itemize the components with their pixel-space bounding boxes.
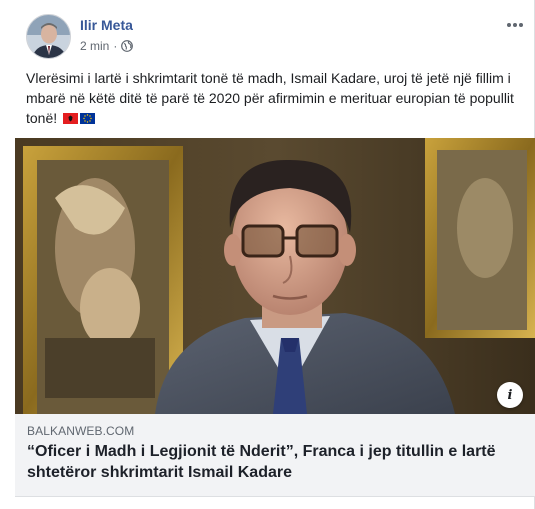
- facebook-post-card: Ilir Meta 2 min · Vlerësimi i lartë i sh…: [0, 0, 535, 509]
- post-timestamp[interactable]: 2 min: [80, 39, 109, 53]
- link-headline[interactable]: “Oficer i Madh i Legjionit të Nderit”, F…: [27, 441, 527, 483]
- post-header: Ilir Meta 2 min ·: [26, 12, 526, 59]
- post-text: Vlerësimi i lartë i shkrimtarit tonë të …: [26, 68, 526, 128]
- eu-flag-icon: [80, 109, 96, 124]
- post-message: Vlerësimi i lartë i shkrimtarit tonë të …: [26, 70, 514, 126]
- globe-icon[interactable]: [121, 40, 134, 52]
- meta-separator: ·: [113, 39, 118, 53]
- link-domain: BALKANWEB.COM: [27, 424, 135, 438]
- author-name-link[interactable]: Ilir Meta: [80, 17, 133, 33]
- author-avatar[interactable]: [26, 14, 71, 59]
- more-options-icon[interactable]: [504, 16, 526, 34]
- info-icon[interactable]: i: [497, 382, 523, 408]
- link-preview-image[interactable]: i: [15, 138, 535, 414]
- post-meta: 2 min ·: [80, 39, 134, 53]
- albania-flag-icon: [63, 109, 79, 124]
- portrait-photo: [15, 138, 535, 414]
- link-preview-caption[interactable]: BALKANWEB.COM “Oficer i Madh i Legjionit…: [15, 414, 535, 497]
